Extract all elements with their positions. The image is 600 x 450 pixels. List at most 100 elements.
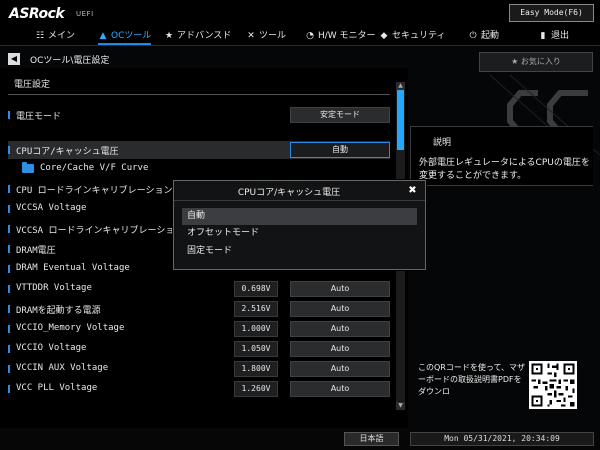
- description-body: 外部電圧レギュレータによるCPUの電圧を変更することができます。: [419, 158, 590, 181]
- favorites-button[interactable]: ★ お気に入り: [479, 52, 593, 72]
- voltage-value: 1.260V: [234, 381, 278, 397]
- vttddr-select[interactable]: Auto: [290, 281, 390, 297]
- divider: [8, 94, 390, 95]
- tools-icon: ✕: [247, 31, 255, 41]
- cpu-voltage-dropdown-dialog: CPUコア/キャッシュ電圧 ✖ 自動 オフセットモード 固定モード: [173, 180, 426, 270]
- asrock-logo: ASRock: [9, 6, 65, 22]
- voltage-value: 1.000V: [234, 321, 278, 337]
- row-label: 電圧モード: [16, 112, 62, 122]
- vccio-memory-select[interactable]: Auto: [290, 321, 390, 337]
- row-marker: [8, 245, 10, 253]
- row-cpu-core-cache-voltage[interactable]: CPUコア/キャッシュ電圧 自動: [8, 141, 390, 159]
- row-marker: [8, 305, 10, 313]
- qr-description: このQRコードを使って、マザーボードの取扱説明書PDFをダウンロ: [418, 363, 526, 396]
- tab-label: OCツール: [111, 31, 152, 41]
- row-vccio-memory-voltage[interactable]: VCCIO_Memory Voltage 1.000V Auto: [8, 320, 390, 338]
- row-marker: [8, 146, 10, 154]
- row-label: VCC PLL Voltage: [16, 383, 98, 393]
- dialog-option-auto[interactable]: 自動: [182, 208, 417, 225]
- star-icon: ★: [164, 31, 174, 41]
- tab-main[interactable]: ☷ メイン: [35, 26, 75, 46]
- row-marker: [8, 385, 10, 393]
- row-label: CPU ロードラインキャリブレーション: [16, 186, 173, 196]
- close-icon[interactable]: ✖: [407, 185, 418, 196]
- tab-label: 退出: [551, 31, 570, 41]
- row-vcc-pll-voltage[interactable]: VCC PLL Voltage 1.260V Auto: [8, 380, 390, 398]
- row-marker: [8, 111, 10, 119]
- row-label: VCCSA Voltage: [16, 203, 87, 213]
- tab-tools[interactable]: ✕ ツール: [246, 26, 286, 46]
- dialog-header: CPUコア/キャッシュ電圧 ✖: [174, 181, 425, 201]
- row-marker: [8, 225, 10, 233]
- row-label: VTTDDR Voltage: [16, 283, 92, 293]
- power-icon: ⏻: [469, 31, 477, 41]
- breadcrumb: OCツール\電圧設定: [30, 56, 110, 66]
- section-title: 電圧設定: [14, 80, 51, 90]
- row-marker: [8, 265, 10, 273]
- scroll-up-arrow-icon[interactable]: ▲: [396, 82, 405, 90]
- row-marker: [8, 205, 10, 213]
- voltage-value: 2.516V: [234, 301, 278, 317]
- vcc-pll-select[interactable]: Auto: [290, 381, 390, 397]
- tab-oc-tools[interactable]: ▲ OCツール: [98, 26, 152, 46]
- dram-boot-power-select[interactable]: Auto: [290, 301, 390, 317]
- scroll-down-arrow-icon[interactable]: ▼: [396, 402, 405, 410]
- row-vf-curve[interactable]: Core/Cache V/F Curve: [8, 160, 390, 178]
- datetime-display: Mon 05/31/2021, 20:34:09: [410, 432, 594, 446]
- qr-code-icon: [529, 361, 577, 409]
- row-marker: [8, 365, 10, 373]
- voltage-value: 0.698V: [234, 281, 278, 297]
- row-marker: [8, 345, 10, 353]
- tab-advanced[interactable]: ★ アドバンスド: [164, 26, 231, 46]
- voltage-mode-select[interactable]: 安定モード: [290, 107, 390, 123]
- row-marker: [8, 285, 10, 293]
- language-button[interactable]: 日本語: [344, 432, 399, 446]
- row-label: VCCIN AUX Voltage: [16, 363, 109, 373]
- uefi-label: UEFI: [76, 10, 94, 18]
- tab-label: アドバンスド: [177, 31, 232, 41]
- exit-icon: ▮: [540, 31, 546, 41]
- row-label: DRAM電圧: [16, 246, 56, 256]
- row-vttddr-voltage[interactable]: VTTDDR Voltage 0.698V Auto: [8, 280, 390, 298]
- row-label: Core/Cache V/F Curve: [40, 163, 149, 173]
- dialog-option-offset[interactable]: オフセットモード: [182, 225, 417, 242]
- row-vccin-aux-voltage[interactable]: VCCIN AUX Voltage 1.800V Auto: [8, 360, 390, 378]
- vccin-aux-select[interactable]: Auto: [290, 361, 390, 377]
- title-bar: ASRock UEFI Easy Mode(F6): [0, 0, 600, 26]
- tab-label: H/W モニター: [318, 31, 376, 41]
- star-icon: ★: [511, 57, 521, 66]
- vccio-select[interactable]: Auto: [290, 341, 390, 357]
- row-vccio-voltage[interactable]: VCCIO Voltage 1.050V Auto: [8, 340, 390, 358]
- scroll-thumb[interactable]: [397, 90, 404, 150]
- row-label: CPUコア/キャッシュ電圧: [16, 147, 119, 157]
- tab-label: ツール: [259, 31, 287, 41]
- rocket-icon: ▲: [99, 31, 107, 41]
- tab-exit[interactable]: ▮ 退出: [538, 26, 570, 46]
- tab-boot[interactable]: ⏻ 起動: [468, 26, 499, 46]
- row-label: DRAM Eventual Voltage: [16, 263, 130, 273]
- voltage-value: 1.050V: [234, 341, 278, 357]
- easy-mode-button[interactable]: Easy Mode(F6): [509, 4, 594, 22]
- shield-icon: ◆: [380, 31, 388, 41]
- row-label: VCCSA ロードラインキャリブレーション: [16, 226, 184, 236]
- tab-security[interactable]: ◆ セキュリティ: [379, 26, 446, 46]
- back-button[interactable]: ◀: [8, 53, 20, 65]
- monitor-icon: ◔: [306, 31, 314, 41]
- tab-label: メイン: [48, 31, 76, 41]
- row-label: DRAMを起動する電源: [16, 306, 101, 316]
- main-nav: ☷ メイン ▲ OCツール ★ アドバンスド ✕ ツール ◔ H/W モニター ◆ セキュリ…: [0, 26, 600, 46]
- tab-label: セキュリティ: [392, 31, 446, 41]
- cpu-voltage-select[interactable]: 自動: [290, 142, 390, 158]
- row-label: VCCIO_Memory Voltage: [16, 323, 125, 333]
- folder-icon: [22, 162, 34, 173]
- favorites-label: お気に入り: [520, 57, 561, 66]
- row-voltage-mode[interactable]: 電圧モード 安定モード: [8, 106, 390, 124]
- grid-icon: ☷: [35, 31, 45, 41]
- row-dram-boot-power[interactable]: DRAMを起動する電源 2.516V Auto: [8, 300, 390, 318]
- tab-hw-monitor[interactable]: ◔ H/W モニター: [305, 26, 376, 46]
- row-marker: [8, 185, 10, 193]
- dialog-title: CPUコア/キャッシュ電圧: [237, 188, 341, 198]
- row-marker: [8, 325, 10, 333]
- description-panel: 説明 外部電圧レギュレータによるCPUの電圧を変更することができます。: [410, 126, 593, 186]
- dialog-option-fixed[interactable]: 固定モード: [182, 243, 417, 260]
